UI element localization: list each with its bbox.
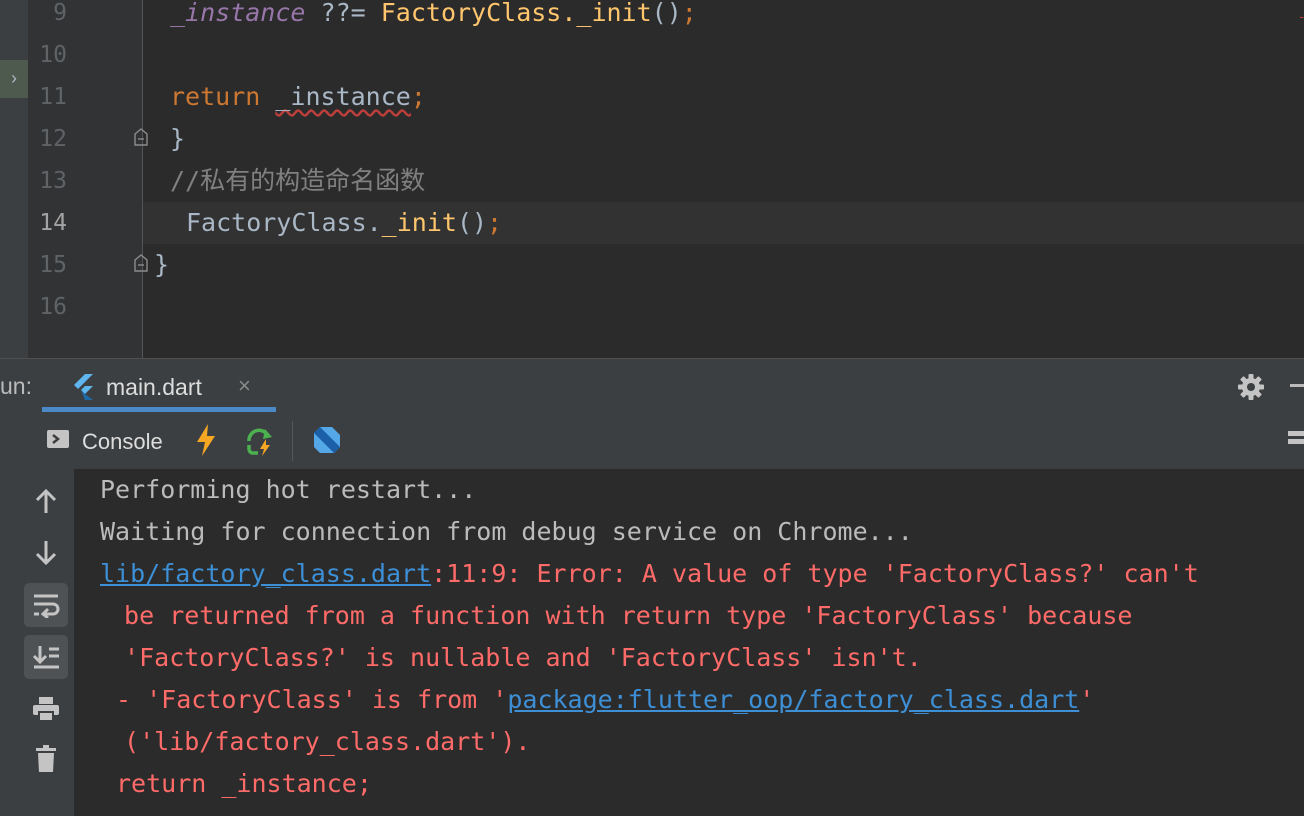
console-error-line: lib/factory_class.dart:11:9: Error: A va… xyxy=(100,553,1199,595)
code-token: //私有的构造命名函数 xyxy=(170,166,426,195)
line-number: 15 xyxy=(39,252,67,278)
tab-console[interactable]: Console xyxy=(82,429,163,455)
tab-main-dart[interactable]: main.dart × xyxy=(42,359,276,413)
error-message: :11:9: Error: A value of type 'FactoryCl… xyxy=(431,559,1199,588)
printer-icon xyxy=(33,697,59,722)
code-token: _instance xyxy=(275,82,411,111)
code-token: _init xyxy=(381,208,457,237)
clear-all-button[interactable] xyxy=(24,737,68,781)
console-error-line: ('lib/factory_class.dart'). xyxy=(109,727,531,756)
code-token: FactoryClass. xyxy=(186,208,382,237)
code-line[interactable]: return _instance; xyxy=(170,76,426,118)
code-line[interactable]: } xyxy=(170,118,185,160)
console-icon xyxy=(47,430,69,448)
code-token: ??= xyxy=(305,0,381,27)
console-output[interactable]: Performing hot restart... Waiting for co… xyxy=(75,469,1304,816)
line-number: 11 xyxy=(39,84,67,110)
scroll-to-end-icon xyxy=(32,646,59,669)
line-number: 16 xyxy=(39,294,67,320)
scroll-down-button[interactable] xyxy=(24,531,68,575)
gutter-divider xyxy=(142,0,143,358)
trash-icon xyxy=(36,745,56,772)
hot-restart-icon[interactable] xyxy=(244,425,276,457)
arrow-up-icon xyxy=(35,488,57,513)
error-marker-icon[interactable]: - xyxy=(1299,8,1304,24)
package-link[interactable]: package:flutter_oop/factory_class.dart xyxy=(507,685,1079,714)
code-editor[interactable]: › - 9 _instance ??= FactoryClass._init();… xyxy=(0,0,1304,358)
layout-icon[interactable] xyxy=(1288,431,1304,451)
scroll-to-end-button[interactable] xyxy=(24,635,68,679)
error-text: ' xyxy=(1079,685,1095,714)
line-number: 10 xyxy=(39,42,67,68)
code-token: ; xyxy=(487,208,503,237)
code-line[interactable]: _instance ??= FactoryClass._init(); xyxy=(170,0,697,34)
console-side-toolbar xyxy=(18,469,75,816)
console-line: Performing hot restart... xyxy=(100,475,477,504)
file-link[interactable]: lib/factory_class.dart xyxy=(100,559,431,588)
tab-title: main.dart xyxy=(106,374,202,400)
console-error-line: be returned from a function with return … xyxy=(109,601,1133,630)
fold-marker-icon[interactable] xyxy=(133,128,149,146)
flutter-icon xyxy=(74,374,93,400)
toolbar-separator xyxy=(292,421,293,461)
code-line[interactable]: } xyxy=(154,244,169,286)
console-error-line: 'FactoryClass?' is nullable and 'Factory… xyxy=(109,643,922,672)
arrow-down-icon xyxy=(35,541,57,566)
line-number: 12 xyxy=(39,126,67,152)
active-tab-indicator xyxy=(42,407,276,412)
console-error-line: return _instance; xyxy=(116,769,372,798)
line-number: 14 xyxy=(39,210,67,236)
code-token: } xyxy=(170,124,186,153)
run-label: un: xyxy=(0,373,32,399)
fold-marker-icon[interactable] xyxy=(133,254,149,272)
soft-wrap-button[interactable] xyxy=(24,583,68,627)
scroll-up-button[interactable] xyxy=(24,479,68,523)
close-icon[interactable]: × xyxy=(238,373,251,399)
console-line: Waiting for connection from debug servic… xyxy=(100,517,913,546)
line-number: 9 xyxy=(53,0,67,26)
code-token: ; xyxy=(410,82,426,111)
console-error-line: - 'FactoryClass' is from 'package:flutte… xyxy=(116,679,1094,721)
dart-devtools-icon[interactable] xyxy=(312,425,342,455)
code-token: return xyxy=(170,82,276,111)
soft-wrap-icon xyxy=(34,594,60,618)
console-toolbar: Console xyxy=(18,413,1304,470)
minimize-icon[interactable] xyxy=(1290,384,1304,387)
code-line[interactable]: //私有的构造命名函数 xyxy=(170,160,425,202)
run-tool-window-header: un: main.dart × xyxy=(0,358,1304,414)
side-strip xyxy=(0,413,19,816)
code-line[interactable]: FactoryClass._init(); xyxy=(186,202,502,244)
code-token: () xyxy=(456,208,488,237)
error-text: - 'FactoryClass' is from ' xyxy=(116,685,508,714)
code-token: FactoryClass._init xyxy=(380,0,652,27)
left-tool-strip: › xyxy=(0,0,29,358)
code-token: _instance xyxy=(170,0,306,27)
code-token: () xyxy=(651,0,682,27)
line-number: 13 xyxy=(39,168,67,194)
print-button[interactable] xyxy=(24,687,68,731)
code-token: } xyxy=(154,250,170,279)
code-token: ; xyxy=(681,0,697,27)
chevron-right-icon[interactable]: › xyxy=(0,60,28,98)
hot-reload-icon[interactable] xyxy=(194,423,218,457)
gear-icon[interactable] xyxy=(1236,372,1266,402)
